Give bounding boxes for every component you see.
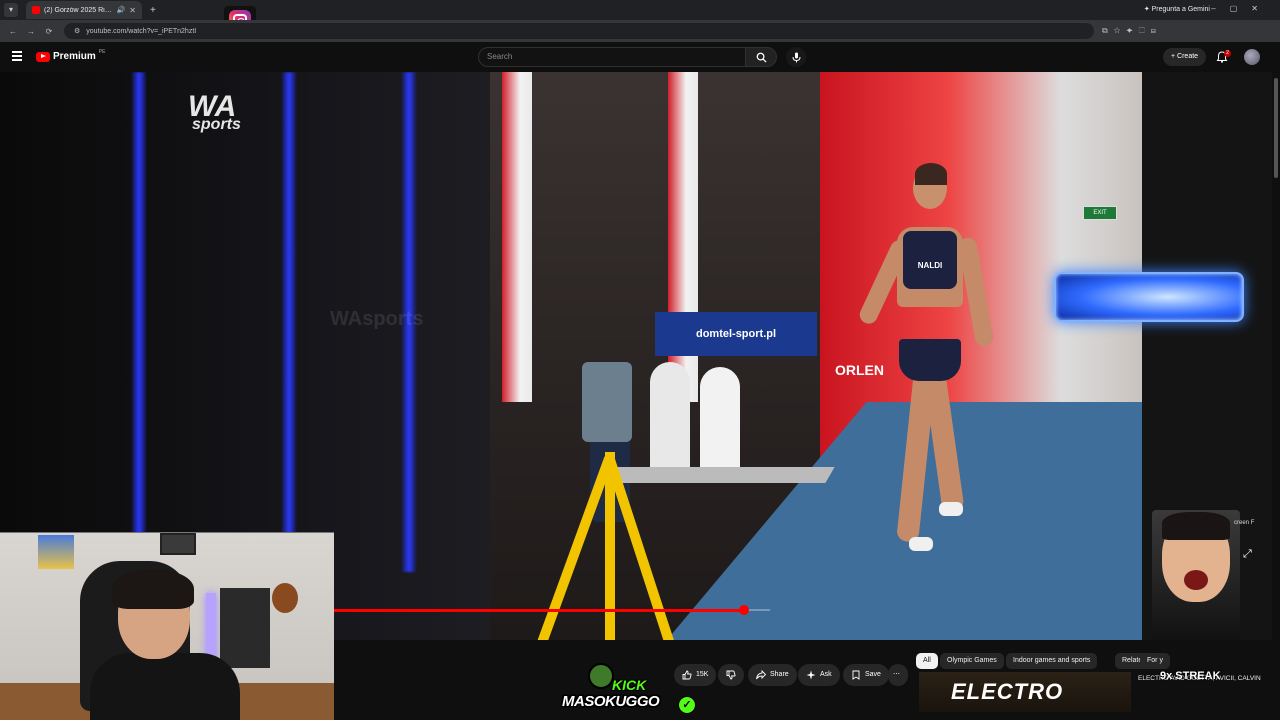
notification-count-badge: 2 bbox=[1224, 50, 1231, 57]
search-input[interactable]: Search bbox=[478, 47, 746, 67]
gemini-button[interactable]: ✦ Pregunta a Gemini bbox=[1144, 5, 1210, 13]
video-scene: ORLEN domtel-sport.pl NALDI bbox=[490, 72, 1142, 640]
scrollbar-thumb[interactable] bbox=[1274, 78, 1278, 178]
athlete-bib: NALDI bbox=[903, 231, 957, 289]
browser-tab[interactable]: (2) Gorzów 2025 Rising Sta 🔊 ✕ bbox=[26, 1, 142, 19]
ask-label: Ask bbox=[820, 671, 832, 678]
wasports-logo-sub: sports bbox=[192, 116, 241, 133]
progress-scrubber-handle[interactable] bbox=[739, 605, 749, 615]
speaker-icon[interactable]: 🔊 bbox=[117, 6, 126, 14]
wall-frame bbox=[160, 533, 196, 555]
verified-check-icon: ✓ bbox=[678, 696, 696, 714]
reload-icon[interactable]: ⟳ bbox=[44, 27, 54, 36]
url-input[interactable]: ⚙ youtube.com/watch?v=_iPETn2hztI bbox=[64, 23, 1094, 39]
menu-icon[interactable] bbox=[12, 51, 22, 61]
more-actions-button[interactable]: ⋯ bbox=[888, 664, 908, 686]
kick-mascot-icon bbox=[588, 663, 614, 689]
blue-light-stripe bbox=[132, 72, 146, 572]
search-button[interactable] bbox=[745, 47, 777, 67]
new-tab-icon[interactable]: + bbox=[150, 5, 156, 16]
guitar bbox=[272, 583, 298, 613]
tab-search-menu-icon[interactable]: ▾ bbox=[4, 3, 18, 17]
dislike-button[interactable] bbox=[718, 664, 744, 686]
running-shoe bbox=[939, 502, 963, 516]
url-text: youtube.com/watch?v=_iPETn2hztI bbox=[86, 27, 197, 35]
fullscreen-tooltip-text: creen bbox=[1234, 520, 1250, 526]
video-actions-bar: 15K Share Ask Save ⋯ All Olympic Games Ind… bbox=[334, 640, 1280, 720]
logo-text: Premium bbox=[53, 51, 96, 62]
address-bar-row: ← → ⟳ ⚙ youtube.com/watch?v=_iPETn2hztI … bbox=[0, 20, 1280, 42]
thumbnail-text: ELECTRO bbox=[951, 679, 1064, 704]
back-icon[interactable]: ← bbox=[8, 27, 18, 36]
share-label: Share bbox=[770, 671, 789, 678]
sparkle-icon bbox=[806, 670, 816, 680]
create-button[interactable]: + Create bbox=[1163, 48, 1207, 66]
ask-button[interactable]: Ask bbox=[798, 664, 840, 686]
shelf bbox=[220, 588, 270, 668]
reaction-facecam bbox=[1152, 510, 1240, 642]
recommended-thumbnail[interactable]: ELECTRO bbox=[919, 672, 1131, 712]
blue-light-stripe bbox=[282, 72, 296, 572]
share-icon bbox=[756, 670, 766, 680]
athlete: NALDI bbox=[856, 163, 995, 567]
youtube-header: Premium PE Search + Create 2 bbox=[0, 42, 1280, 72]
fullscreen-tooltip-key: F bbox=[1250, 520, 1255, 526]
fullscreen-icon[interactable]: ⤢ bbox=[1243, 548, 1257, 562]
kick-label: KICK bbox=[612, 677, 647, 693]
create-label: Create bbox=[1177, 53, 1199, 60]
thumbs-down-icon bbox=[726, 670, 736, 680]
share-button[interactable]: Share bbox=[748, 664, 797, 686]
surveying-instrument bbox=[582, 362, 632, 442]
streak-overlay: 9x STREAK bbox=[1160, 670, 1221, 682]
save-playlist-icon bbox=[852, 670, 860, 680]
filter-chip[interactable]: All bbox=[916, 653, 938, 669]
kick-username: MASOKUGGO bbox=[562, 693, 660, 710]
fullscreen-tooltip: creen F bbox=[1234, 520, 1254, 526]
more-icon: ⋯ bbox=[893, 671, 900, 678]
wall-poster bbox=[38, 535, 74, 569]
filter-chip[interactable]: Indoor games and sports bbox=[1006, 653, 1098, 669]
domtel-banner: domtel-sport.pl bbox=[655, 312, 817, 356]
youtube-logo[interactable]: Premium PE bbox=[36, 48, 106, 62]
wasports-watermark: WAsports bbox=[330, 308, 424, 330]
youtube-play-icon bbox=[36, 51, 50, 62]
wasports-logo: WA sports bbox=[188, 90, 241, 134]
surveying-tripod bbox=[530, 362, 690, 640]
forward-icon[interactable]: → bbox=[26, 27, 36, 36]
gemini-label: Pregunta a Gemini bbox=[1151, 6, 1210, 13]
extensions-icons[interactable]: ⧉☆✦⬚⊟ bbox=[1102, 26, 1162, 36]
progress-bar-fill[interactable] bbox=[334, 609, 744, 612]
neon-light-overlay bbox=[1054, 272, 1244, 322]
microphone-icon bbox=[792, 52, 800, 62]
official-person bbox=[700, 367, 740, 477]
streamer-webcam bbox=[0, 532, 334, 720]
save-button[interactable]: Save bbox=[843, 664, 889, 686]
site-info-icon[interactable]: ⚙ bbox=[74, 27, 80, 35]
close-tab-icon[interactable]: ✕ bbox=[129, 6, 136, 15]
browser-tab-bar: ▾ (2) Gorzów 2025 Rising Sta 🔊 ✕ + bbox=[0, 0, 1280, 20]
region-code: PE bbox=[98, 48, 106, 55]
running-shoe bbox=[909, 537, 933, 551]
voice-search-button[interactable] bbox=[786, 47, 806, 67]
window-controls[interactable]: –▢✕ bbox=[1211, 4, 1272, 13]
kick-overlay: KICK MASOKUGGO ✓ bbox=[560, 663, 700, 719]
save-label: Save bbox=[865, 671, 881, 678]
tab-title: (2) Gorzów 2025 Rising Sta bbox=[44, 6, 113, 14]
filter-chip[interactable]: Olympic Games bbox=[940, 653, 1004, 669]
filter-chip[interactable]: For y bbox=[1140, 653, 1170, 669]
youtube-favicon-icon bbox=[32, 6, 40, 14]
exit-sign: EXIT bbox=[1083, 206, 1117, 220]
search-icon bbox=[756, 52, 767, 63]
account-avatar[interactable] bbox=[1244, 49, 1260, 65]
poland-flag bbox=[502, 72, 532, 402]
